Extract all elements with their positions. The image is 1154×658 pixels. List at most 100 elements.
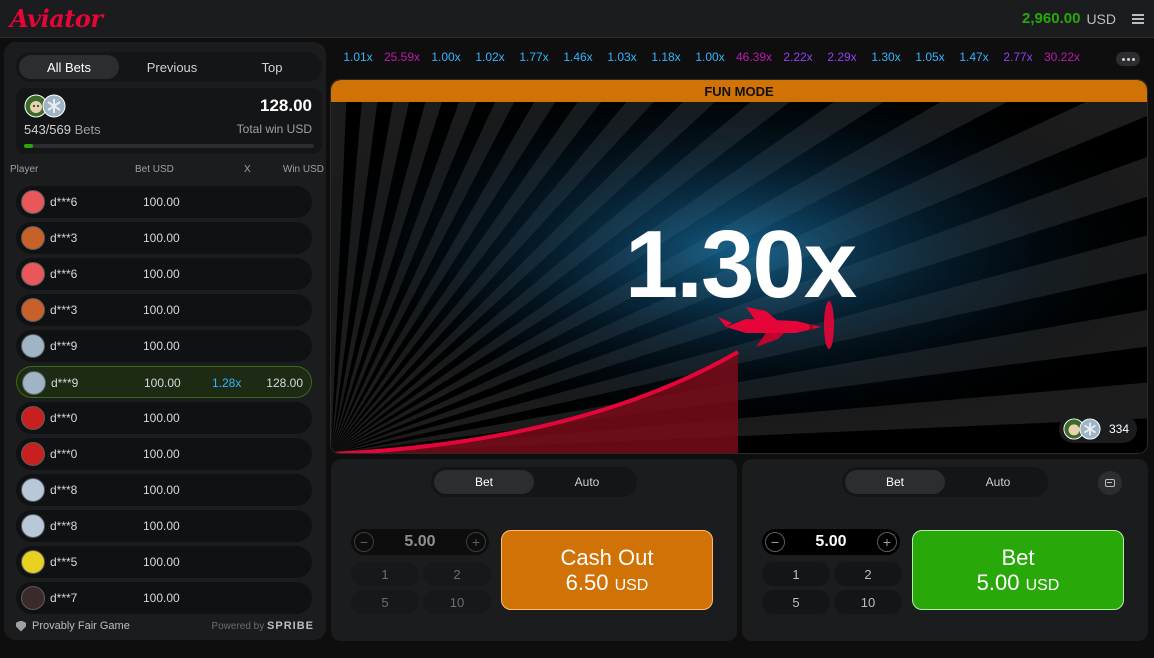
bet-row: d***6 100.00 — [16, 186, 312, 218]
quick-amount-button[interactable]: 1 — [351, 562, 419, 586]
win-amount: 128.00 — [266, 376, 303, 390]
bet-amount: 100.00 — [143, 591, 180, 605]
player-name: d***7 — [50, 591, 78, 605]
provably-fair-label: Provably Fair Game — [32, 620, 130, 632]
bet-row: d***6 100.00 — [16, 258, 312, 290]
remove-panel-icon[interactable] — [1098, 471, 1122, 495]
bet-amount: 100.00 — [143, 519, 180, 533]
balance-area: 2,960.00 USD — [1022, 10, 1144, 27]
plus-icon[interactable]: + — [877, 532, 897, 552]
cash-out-button[interactable]: Cash Out 6.50 USD — [501, 530, 713, 610]
tab-top[interactable]: Top — [222, 52, 322, 82]
tab-auto[interactable]: Auto — [537, 467, 637, 497]
bet-amount: 100.00 — [143, 555, 180, 569]
cashout-multiplier: 1.28x — [212, 376, 242, 390]
bet-label: Bet — [1001, 544, 1035, 570]
quick-amount-button[interactable]: 1 — [762, 562, 830, 586]
avatar — [21, 190, 45, 214]
bet-amount: 100.00 — [143, 483, 180, 497]
bet-row: d***8 100.00 — [16, 474, 312, 506]
bet-panel-1-tabs: Bet Auto — [431, 467, 637, 497]
spribe-logo: SPRIBE — [267, 620, 314, 632]
avatar — [21, 550, 45, 574]
tab-bet[interactable]: Bet — [434, 470, 534, 494]
balance-amount: 2,960.00 — [1022, 10, 1081, 27]
provably-fair-link[interactable]: Provably Fair Game — [16, 620, 130, 632]
bets-list: d***6 100.00 d***3 100.00 d***6 100.00 d***3 10… — [16, 186, 312, 618]
history-multiplier: 1.47x — [959, 50, 989, 64]
avatar — [21, 334, 45, 358]
online-count: 334 — [1109, 422, 1130, 436]
player-name: d***6 — [50, 267, 78, 281]
quick-amount-button[interactable]: 5 — [762, 590, 830, 614]
history-multiplier: 1.05x — [915, 50, 945, 64]
hamburger-menu-icon[interactable] — [1132, 13, 1144, 24]
quick-amount-button[interactable]: 2 — [423, 562, 491, 586]
powered-by: Powered by SPRIBE — [211, 620, 314, 632]
bet-amount: 100.00 — [143, 411, 180, 425]
more-history-button[interactable] — [1116, 52, 1140, 66]
bet-row: d***0 100.00 — [16, 438, 312, 470]
bet-row: d***9 100.00 1.28x 128.00 — [16, 366, 312, 398]
tab-previous[interactable]: Previous — [122, 52, 222, 82]
bets-panel: All Bets Previous Top 543/569 Bets 128.0… — [4, 42, 326, 640]
quick-amounts: 1 2 5 10 — [762, 562, 902, 614]
history-multiplier: 1.00x — [695, 50, 725, 64]
avatar — [42, 94, 66, 118]
history-multiplier: 1.02x — [475, 50, 505, 64]
bet-amount: 100.00 — [143, 339, 180, 353]
quick-amount-button[interactable]: 5 — [351, 590, 419, 614]
aviator-logo: Aviator — [10, 4, 103, 33]
plus-icon[interactable]: + — [466, 532, 486, 552]
quick-amounts: 1 2 5 10 — [351, 562, 491, 614]
bets-progress-fill — [24, 144, 33, 148]
bets-summary: 543/569 Bets 128.00 Total win USD — [16, 88, 322, 154]
current-multiplier: 1.30x — [624, 211, 857, 318]
history-multiplier: 1.77x — [519, 50, 549, 64]
quick-amount-button[interactable]: 10 — [423, 590, 491, 614]
col-x: X — [244, 164, 251, 175]
bet-row: d***7 100.00 — [16, 582, 312, 614]
player-name: d***5 — [50, 555, 78, 569]
bet-button[interactable]: Bet 5.00 USD — [912, 530, 1124, 610]
bets-table-header: Player Bet USD X Win USD — [10, 164, 324, 178]
bets-footer: Provably Fair Game Powered by SPRIBE — [16, 618, 314, 634]
total-win-label: Total win USD — [236, 122, 312, 136]
bet-row: d***8 100.00 — [16, 510, 312, 542]
bet-row: d***0 100.00 — [16, 402, 312, 434]
quick-amount-button[interactable]: 10 — [834, 590, 902, 614]
history-multiplier: 2.22x — [783, 50, 813, 64]
shield-icon — [16, 620, 26, 632]
player-name: d***9 — [51, 376, 79, 390]
avatar — [21, 262, 45, 286]
player-name: d***6 — [50, 195, 78, 209]
bet-amount: 100.00 — [144, 376, 181, 390]
history-multiplier: 1.46x — [563, 50, 593, 64]
player-name: d***0 — [50, 447, 78, 461]
quick-amount-button[interactable]: 2 — [834, 562, 902, 586]
history-multiplier: 1.00x — [431, 50, 461, 64]
avatar — [1079, 418, 1101, 440]
total-win-amount: 128.00 — [260, 96, 312, 115]
player-name: d***9 — [50, 339, 78, 353]
avatar — [22, 371, 46, 395]
col-win: Win USD — [282, 164, 324, 175]
player-name: d***3 — [50, 231, 78, 245]
tab-all-bets[interactable]: All Bets — [19, 55, 119, 79]
history-multiplier: 1.03x — [607, 50, 637, 64]
bet-row: d***5 100.00 — [16, 546, 312, 578]
avatar — [21, 442, 45, 466]
tab-auto[interactable]: Auto — [948, 467, 1048, 497]
bet-amount: 100.00 — [143, 195, 180, 209]
avatar — [21, 298, 45, 322]
avatar — [21, 514, 45, 538]
cash-out-label: Cash Out — [560, 544, 654, 570]
bet-panel-1: Bet Auto − 5.00 + 1 2 5 10 Cash Out 6.50… — [331, 459, 737, 641]
history-multiplier: 2.29x — [827, 50, 857, 64]
tab-bet[interactable]: Bet — [845, 470, 945, 494]
player-name: d***0 — [50, 411, 78, 425]
col-bet: Bet USD — [135, 164, 174, 175]
player-name: d***8 — [50, 519, 78, 533]
history-multiplier: 46.39x — [735, 50, 773, 64]
history-multiplier: 1.01x — [343, 50, 373, 64]
